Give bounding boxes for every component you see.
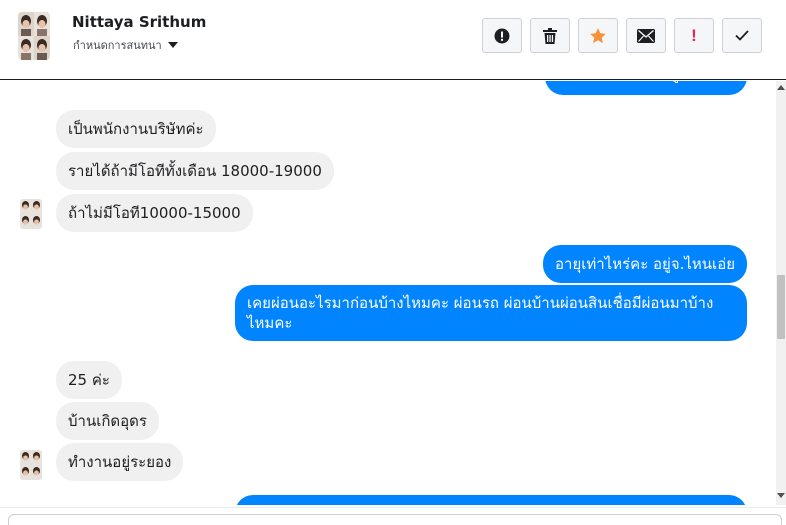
flag-button[interactable]: ! (674, 18, 714, 53)
envelope-icon (637, 28, 655, 43)
mark-unread-button[interactable] (626, 18, 666, 53)
alert-circle-icon (494, 28, 510, 43)
outgoing-message-partial[interactable] (235, 495, 747, 505)
message-line: เคยผ่อนอะไรมาก่อนบ้างไหมคะ ผ่อนรถ ผ่อนบ้… (247, 294, 714, 312)
contact-name[interactable]: Nittaya Srithum (72, 13, 206, 31)
message-line: ไหมคะ (247, 314, 293, 332)
checkmark-icon (735, 30, 749, 41)
outgoing-message[interactable]: อายุเท่าไหร่คะ อยู่จ.ไหนเอ่ย (543, 245, 747, 283)
composer-divider (0, 507, 786, 508)
contact-avatar[interactable] (18, 12, 50, 60)
mark-done-button[interactable] (722, 18, 762, 53)
spam-button[interactable] (482, 18, 522, 53)
incoming-message[interactable]: 25 ค่ะ (56, 361, 122, 399)
star-button[interactable] (578, 18, 618, 53)
thread-scrollbar[interactable] (776, 81, 786, 505)
message-composer[interactable] (8, 514, 782, 525)
incoming-message[interactable]: รายได้ถ้ามีโอทีทั้งเดือน 18000-19000 (56, 152, 334, 190)
caret-down-icon (167, 42, 178, 48)
conversation-header: Nittaya Srithum กำหนดการสนทนา ! (0, 0, 786, 80)
contact-avatar-small (20, 199, 42, 229)
scrollbar-thumb[interactable] (777, 275, 785, 339)
conversation-toolbar: ! (482, 18, 762, 53)
delete-button[interactable] (530, 18, 570, 53)
incoming-message[interactable]: ถ้าไม่มีโอที10000-15000 (56, 194, 253, 232)
conversation-settings-label: กำหนดการสนทนา (73, 39, 162, 52)
message-thread[interactable]: ค่ะ แล้วที่ทำงานอยู่ตอนนี้ทำอะไรคะ เป็นพ… (0, 81, 786, 505)
exclamation-icon: ! (691, 25, 697, 45)
scroll-down-arrow-icon[interactable] (777, 493, 785, 498)
incoming-message[interactable]: บ้านเกิดอุดร (56, 402, 159, 440)
outgoing-message[interactable]: เคยผ่อนอะไรมาก่อนบ้างไหมคะ ผ่อนรถ ผ่อนบ้… (235, 285, 747, 341)
incoming-message[interactable]: ทำงานอยู่ระยอง (56, 443, 184, 481)
incoming-message[interactable]: เป็นพนักงานบริษัทค่ะ (56, 110, 216, 148)
outgoing-message[interactable]: ค่ะ แล้วที่ทำงานอยู่ตอนนี้ทำอะไรคะ (545, 81, 747, 95)
contact-avatar-small (20, 450, 42, 480)
star-icon (590, 27, 606, 43)
scroll-up-arrow-icon[interactable] (777, 85, 785, 90)
conversation-settings-dropdown[interactable]: กำหนดการสนทนา (73, 36, 178, 54)
trash-icon (543, 27, 557, 44)
